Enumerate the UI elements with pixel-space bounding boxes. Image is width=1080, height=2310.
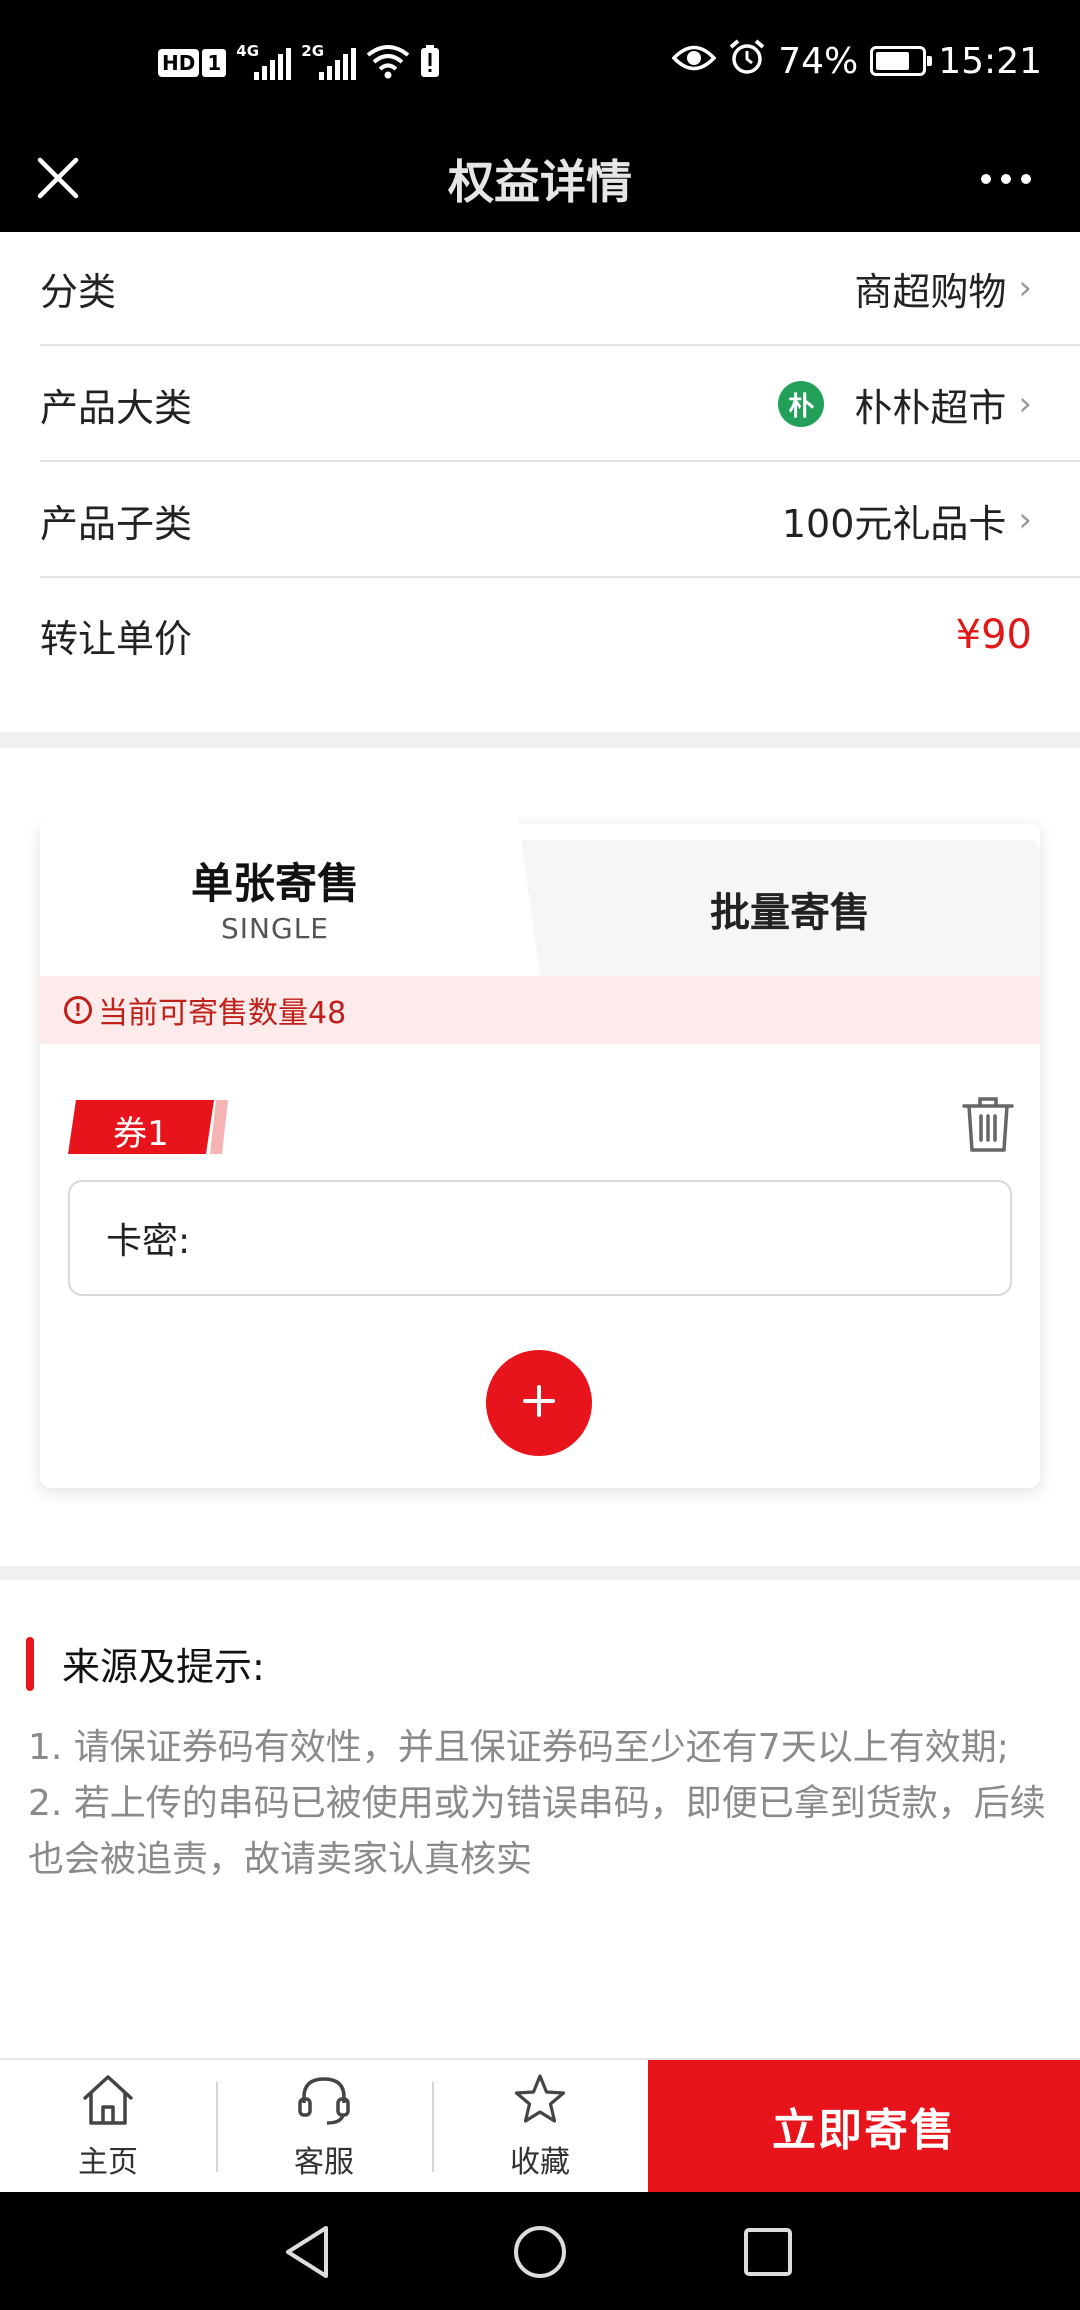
hd-label: HD (158, 49, 200, 77)
hd-icon: HD 1 (158, 48, 227, 78)
signal-icon-1: 4G (236, 42, 292, 80)
tips-section: 来源及提示: 1. 请保证券码有效性，并且保证券码至少还有7天以上有效期; 2.… (0, 1580, 1080, 2058)
service-label: 客服 (294, 2145, 354, 2180)
tab-single-sub: SINGLE (221, 912, 329, 945)
unit-price-value: ¥90 (955, 612, 1032, 658)
tab-single[interactable]: 单张寄售 SINGLE (40, 816, 540, 976)
sell-now-button[interactable]: 立即寄售 (648, 2060, 1080, 2192)
alert-icon: ! (64, 996, 92, 1024)
tab-batch-label: 批量寄售 (710, 890, 870, 936)
home-label: 主页 (78, 2145, 138, 2180)
customer-service-button[interactable]: 客服 (216, 2060, 432, 2192)
add-coupon-button[interactable] (486, 1350, 592, 1456)
tips-body: 1. 请保证券码有效性，并且保证券码至少还有7天以上有效期; 2. 若上传的串码… (28, 1720, 1052, 1888)
wifi-icon (366, 43, 410, 83)
recents-icon[interactable] (736, 2220, 800, 2284)
sim-label: 1 (202, 49, 227, 77)
home-icon (79, 2071, 137, 2133)
tab-single-label: 单张寄售 (190, 859, 359, 908)
nav-bar: 权益详情 (0, 126, 1080, 232)
tips-line-1: 1. 请保证券码有效性，并且保证券码至少还有7天以上有效期; (28, 1727, 1009, 1768)
tips-title: 来源及提示: (62, 1645, 265, 1689)
coupon-tag-label: 券1 (113, 1114, 169, 1154)
favorite-button[interactable]: 收藏 (432, 2060, 648, 2192)
coupon-tag: 券1 (68, 1100, 228, 1154)
category-label: 分类 (40, 269, 117, 314)
consign-card: 批量寄售 单张寄售 SINGLE ! 当前可寄售数量48 券1 卡密: (40, 816, 1040, 1488)
signal-icon-2: 2G (301, 42, 357, 80)
consign-tabs: 批量寄售 单张寄售 SINGLE (40, 816, 1040, 978)
battery-icon (870, 46, 933, 76)
unit-price-row: 转让单价 ¥90 (40, 578, 1080, 692)
product-type-row[interactable]: 产品大类 朴 朴朴超市 › (40, 348, 1080, 462)
headset-icon (295, 2071, 353, 2133)
tips-line-2: 2. 若上传的串码已被使用或为错误串码，即便已拿到货款，后续也会被追责，故请卖家… (28, 1783, 1046, 1880)
battery-alert-icon (420, 44, 440, 82)
product-info-list: 分类 商超购物 › 产品大类 朴 朴朴超市 › 产品子类 100元礼品卡 › 转让单… (0, 232, 1080, 732)
more-icon[interactable] (980, 162, 1032, 196)
clock-time: 15:21 (938, 40, 1042, 82)
back-icon[interactable] (276, 2220, 340, 2284)
product-type-label: 产品大类 (40, 385, 193, 430)
page-title: 权益详情 (448, 155, 632, 209)
status-bar: HD 1 4G 2G 74% 15:21 (0, 0, 1080, 126)
unit-price-label: 转让单价 (40, 616, 193, 661)
trash-icon[interactable] (960, 1094, 1016, 1154)
system-nav-bar (0, 2192, 1080, 2310)
product-sub-row[interactable]: 产品子类 100元礼品卡 › (40, 464, 1080, 578)
eye-icon (671, 41, 717, 82)
brand-logo-icon: 朴 (778, 381, 825, 427)
card-code-input[interactable]: 卡密: (68, 1180, 1012, 1296)
battery-fill (876, 52, 910, 70)
home-circle-icon[interactable] (508, 2220, 572, 2284)
chevron-right-icon: › (1018, 268, 1032, 308)
product-type-value: 朴朴超市 (854, 385, 1007, 430)
chevron-right-icon: › (1018, 384, 1032, 424)
tips-accent-bar (26, 1636, 34, 1691)
status-right-icons: 74% 15:21 (671, 36, 1042, 86)
bottom-action-bar: 主页 客服 收藏 立即寄售 (0, 2058, 1080, 2192)
product-sub-label: 产品子类 (40, 501, 193, 546)
consign-section: 批量寄售 单张寄售 SINGLE ! 当前可寄售数量48 券1 卡密: (0, 748, 1080, 1566)
signal-1-type: 4G (236, 42, 260, 60)
quantity-alert: ! 当前可寄售数量48 (40, 976, 1040, 1044)
alert-text: 当前可寄售数量48 (98, 996, 347, 1031)
chevron-right-icon: › (1018, 500, 1032, 540)
category-value: 商超购物 (854, 269, 1007, 314)
signal-2-type: 2G (301, 42, 325, 60)
alarm-icon (728, 38, 766, 85)
category-row[interactable]: 分类 商超购物 › (40, 232, 1080, 346)
star-icon (511, 2071, 569, 2133)
home-button[interactable]: 主页 (0, 2060, 216, 2192)
tips-header: 来源及提示: (26, 1636, 265, 1691)
card-code-label: 卡密: (106, 1221, 191, 1262)
product-sub-value: 100元礼品卡 (781, 501, 1007, 546)
plus-icon (522, 1384, 556, 1422)
status-left-icons: HD 1 4G 2G (158, 40, 440, 86)
favorite-label: 收藏 (510, 2145, 570, 2180)
battery-percent: 74% (778, 40, 859, 82)
